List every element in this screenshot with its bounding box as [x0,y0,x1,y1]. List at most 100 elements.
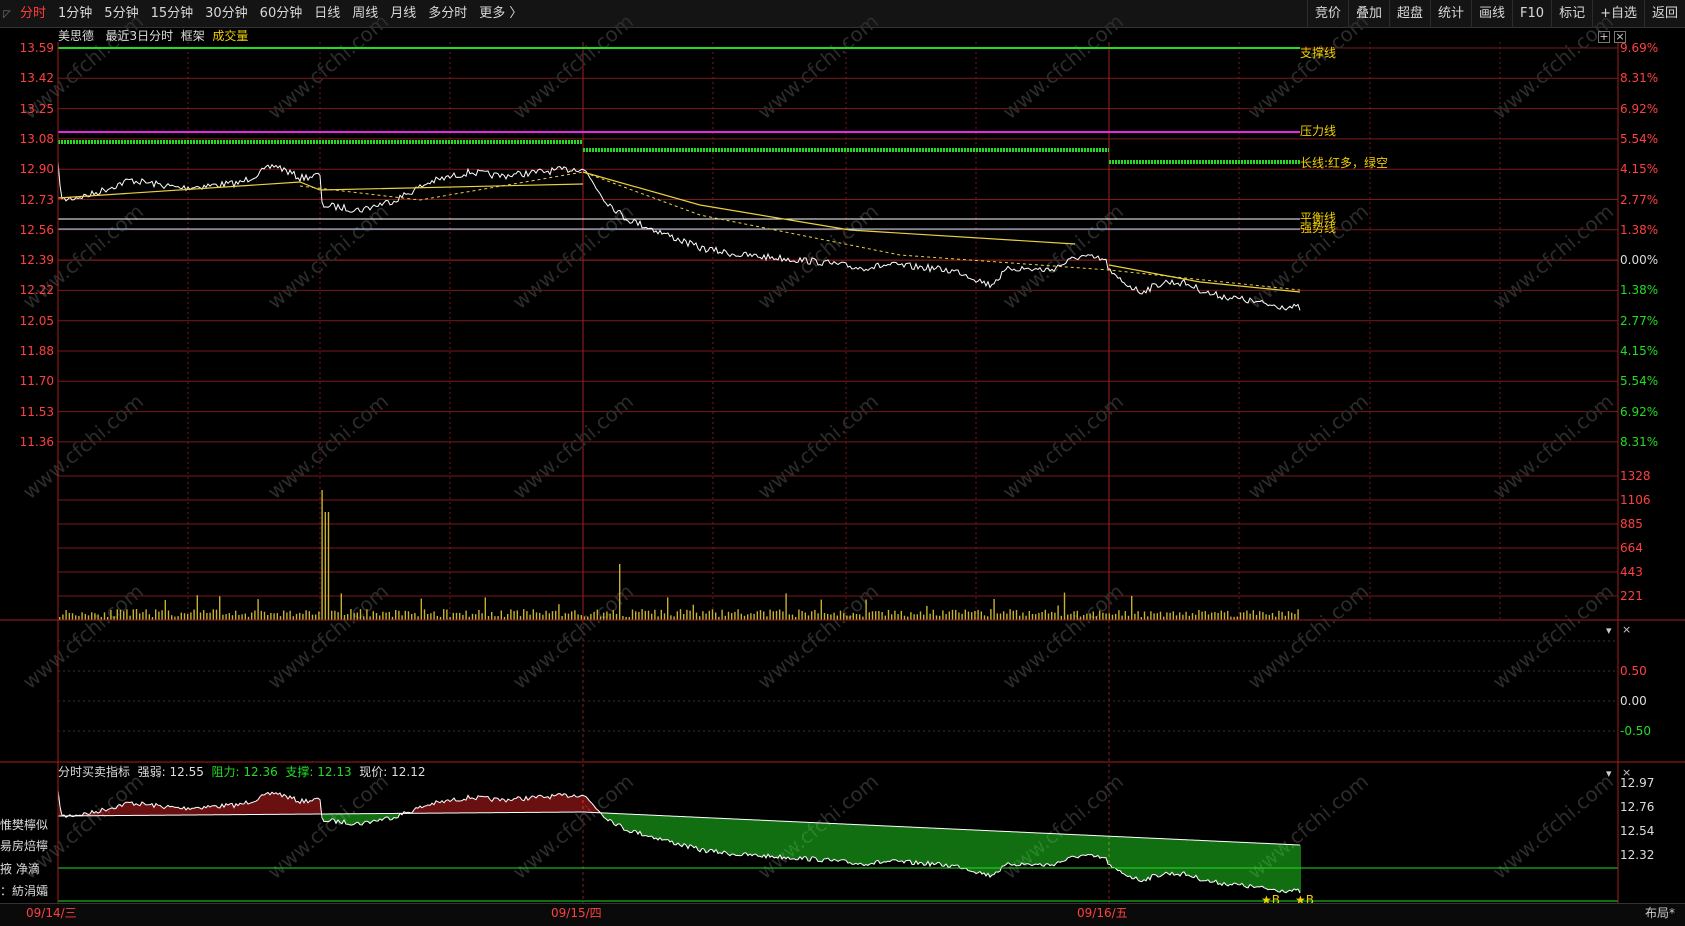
volume-bar [183,613,186,620]
volume-bar [631,609,634,620]
volume-bar [126,609,128,620]
volume-bar [1118,610,1120,620]
volume-bar [785,593,787,620]
watermark-4-2: www.cfchi.com [508,769,638,884]
volume-bar [116,609,118,620]
volume-bar [1271,612,1274,620]
volume-bar [203,610,205,620]
bs-indicator-header: 分时买卖指标 强弱: 12.55 阻力: 12.36 支撑: 12.13 现价:… [58,765,426,779]
volume-bar [1006,613,1008,620]
chart-canvas: www.cfchi.com www.cfchi.com www.cfchi.com w… [0,9,1685,903]
volume-bar [1179,612,1181,620]
volume-bar [1217,613,1219,620]
volume-bar [462,614,464,620]
volume-bar [129,615,131,620]
pctAxis-tick-8: 1.38% [1620,283,1659,298]
volume-bar [1262,612,1264,620]
side-label-4: ：紡涓孀 [0,884,49,898]
midAxis-tick-2: -0.50 [1620,724,1652,738]
volume-bar [529,614,531,620]
priceAxis-tick-3: 13.08 [19,131,54,146]
volume-bar [353,613,355,620]
volume-bar [1195,614,1197,620]
layout-button[interactable]: 布局* [1645,906,1675,920]
volume-bar [209,612,211,620]
watermark-1-2: www.cfchi.com [508,199,638,314]
pctAxis-tick-0: 9.69% [1620,41,1659,55]
volume-bar [446,609,448,620]
volume-bar [455,612,458,620]
volume-bar [180,612,182,620]
priceAxis-tick-6: 12.56 [19,222,54,237]
bs-panel-menu-icon[interactable]: ▾ [1606,768,1612,780]
volume-bar [577,614,579,620]
volume-bar [1287,611,1290,620]
panel-menu-icon[interactable]: ▾ [1606,625,1612,637]
volume-bar [155,609,157,620]
volume-bar [369,616,371,620]
pctAxis-tick-9: 2.77% [1620,313,1659,328]
volume-bar [411,614,413,620]
volume-bar [1191,613,1194,620]
volume-bar [907,616,909,620]
volAxis-tick-5: 221 [1620,589,1643,603]
volume-bar [78,615,80,620]
volume-bar [347,614,349,620]
volume-bar [164,600,166,620]
volume-bar [843,613,845,620]
volume-bar [737,609,739,620]
volume-bar [148,614,150,620]
volume-bar [241,614,243,620]
volume-bar [215,609,218,620]
volume-bar [1073,611,1075,620]
volume-bar [862,616,864,620]
volume-bar [798,609,800,620]
volume-bar [759,610,762,620]
pctAxis-tick-12: 6.92% [1620,404,1659,419]
volume-bar [363,616,365,620]
volume-bar [110,609,112,620]
volume-bar [334,610,336,620]
volume-bar [900,610,902,620]
add-icon[interactable]: + [1598,31,1610,43]
bs-panel-close-icon[interactable]: × [1622,767,1631,779]
watermark-0-6: www.cfchi.com [1488,9,1618,124]
volAxis-tick-3: 664 [1620,541,1643,555]
volume-bar [807,615,810,620]
panel-close-icon[interactable]: × [1622,624,1631,636]
volume-bar [1249,613,1251,620]
volume-bar [1230,616,1232,620]
watermark-2-3: www.cfchi.com [753,389,883,504]
watermark-2-5: www.cfchi.com [1243,389,1373,504]
volume-bar [273,613,275,620]
volume-bar [964,609,966,620]
volume-bar [235,610,237,620]
volume-bar [638,611,640,620]
pctAxis-tick-3: 5.54% [1620,131,1659,146]
volume-bar [497,616,499,620]
price-label: 现价: [359,765,388,779]
volume-bar [206,613,208,620]
price-lines [57,161,1301,311]
volume-bar [788,614,790,620]
pctAxis-tick-13: 8.31% [1620,434,1659,449]
volume-bar [619,564,621,620]
volume-bar [1022,612,1024,620]
volume-bar [417,616,419,620]
volume-bar [1278,610,1280,620]
volume-bar [523,609,525,620]
watermark-0-2: www.cfchi.com [508,9,638,124]
watermark-1-6: www.cfchi.com [1488,199,1618,314]
volume-bar [385,612,387,620]
volume-bar [955,609,957,620]
priceAxis-tick-0: 13.59 [19,41,54,55]
volume-bar [660,609,662,620]
volume-bar [491,612,493,620]
volume-bar [526,611,528,620]
priceAxis-tick-10: 11.88 [19,344,54,358]
botAxis-tick-3: 12.32 [1620,848,1655,862]
watermark-2-6: www.cfchi.com [1488,389,1618,504]
volume-bar [65,610,67,620]
volume-bar [542,614,544,620]
volume-bar [315,614,317,620]
